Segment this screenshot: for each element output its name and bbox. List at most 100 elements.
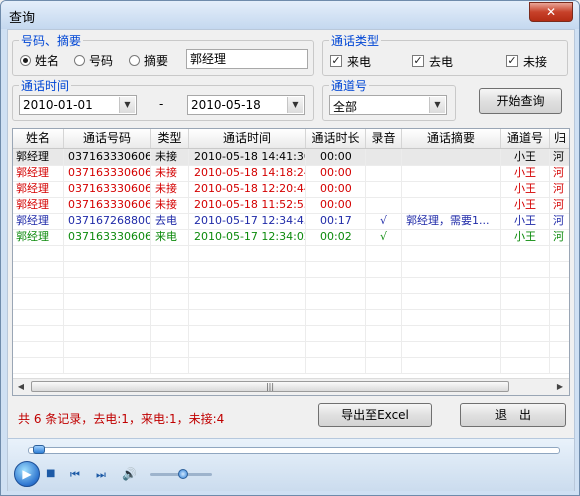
- date-to-picker[interactable]: 2010-05-18 ▼: [187, 95, 305, 115]
- channel-legend: 通道号: [329, 77, 370, 94]
- cell-time: 2010-05-17 12:34:02: [189, 229, 306, 245]
- close-button[interactable]: ✕: [529, 2, 573, 22]
- cell-recording: [366, 261, 402, 277]
- cell-number: 037163330606: [64, 149, 151, 165]
- cell-type: 来电: [151, 229, 189, 245]
- scroll-right-icon[interactable]: ▶: [553, 380, 567, 394]
- check-outgoing-label[interactable]: 去电: [429, 53, 453, 70]
- radio-number-label[interactable]: 号码: [89, 52, 113, 69]
- col-header-duration[interactable]: 通话时长: [306, 129, 366, 148]
- stop-icon[interactable]: ■: [46, 468, 55, 479]
- col-header-name[interactable]: 姓名: [13, 129, 64, 148]
- cell-name: [13, 325, 64, 341]
- volume-icon[interactable]: 🔊: [122, 467, 137, 481]
- cell-number: 037163330606: [64, 181, 151, 197]
- col-header-channel[interactable]: 通道号: [501, 129, 550, 148]
- channel-group: 通道号 全部 ▼: [322, 77, 456, 121]
- cell-region: 河: [550, 213, 569, 229]
- cell-channel: [501, 325, 550, 341]
- cell-name: 郭经理: [13, 197, 64, 213]
- cell-channel: 小王: [501, 229, 550, 245]
- cell-number: [64, 277, 151, 293]
- table-row[interactable]: 郭经理 037163330606 未接 2010-05-18 12:20:44 00:0…: [13, 181, 569, 198]
- chevron-down-icon[interactable]: ▼: [287, 97, 303, 113]
- cell-recording: [366, 149, 402, 165]
- next-icon[interactable]: ⏭: [96, 468, 106, 482]
- channel-select[interactable]: 全部 ▼: [329, 95, 447, 115]
- call-type-group: 通话类型 ✓ 来电 ✓ 去电 ✓ 未接: [322, 32, 568, 76]
- col-header-region[interactable]: 归: [550, 129, 569, 148]
- radio-number[interactable]: [74, 55, 85, 66]
- radio-name[interactable]: [20, 55, 31, 66]
- table-row[interactable]: 郭经理 037163330606 来电 2010-05-17 12:34:02 00:0…: [13, 229, 569, 246]
- cell-name: [13, 245, 64, 261]
- check-incoming-label[interactable]: 来电: [347, 53, 371, 70]
- cell-region: 河: [550, 165, 569, 181]
- cell-summary: [402, 357, 501, 373]
- table-header: 姓名 通话号码 类型 通话时间 通话时长 录音 通话摘要 通道号 归: [13, 129, 569, 149]
- seek-bar[interactable]: [28, 445, 560, 454]
- cell-recording: [366, 341, 402, 357]
- number-summary-group: 号码、摘要 姓名 号码 摘要 郭经理: [12, 32, 314, 76]
- col-header-summary[interactable]: 通话摘要: [402, 129, 501, 148]
- cell-recording: [366, 165, 402, 181]
- table-row[interactable]: 郭经理 037163330606 未接 2010-05-18 14:18:24 00:0…: [13, 165, 569, 182]
- chevron-down-icon[interactable]: ▼: [119, 97, 135, 113]
- cell-duration: 00:00: [306, 181, 366, 197]
- cell-channel: [501, 261, 550, 277]
- check-outgoing[interactable]: ✓: [412, 55, 424, 67]
- check-missed-label[interactable]: 未接: [523, 53, 547, 70]
- cell-time: [189, 245, 306, 261]
- horizontal-scrollbar[interactable]: ◀ ||| ▶: [13, 378, 569, 395]
- col-header-type[interactable]: 类型: [151, 129, 189, 148]
- chevron-down-icon[interactable]: ▼: [429, 97, 445, 113]
- cell-recording: [366, 277, 402, 293]
- table-row[interactable]: 郭经理 037167268800 去电 2010-05-17 12:34:45 00:1…: [13, 213, 569, 230]
- cell-time: [189, 357, 306, 373]
- volume-slider[interactable]: [150, 469, 212, 479]
- cell-duration: 00:00: [306, 165, 366, 181]
- table-row[interactable]: 郭经理 037163330606 未接 2010-05-18 11:52:53 00:0…: [13, 197, 569, 214]
- cell-time: 2010-05-18 14:41:30: [189, 149, 306, 165]
- table-row: [13, 341, 569, 358]
- volume-knob[interactable]: [178, 469, 188, 479]
- radio-name-label[interactable]: 姓名: [35, 52, 59, 69]
- cell-name: 郭经理: [13, 149, 64, 165]
- cell-summary: [402, 341, 501, 357]
- check-incoming[interactable]: ✓: [330, 55, 342, 67]
- seek-knob[interactable]: [33, 445, 45, 454]
- cell-type: [151, 245, 189, 261]
- exit-button[interactable]: 退 出: [460, 403, 566, 427]
- cell-recording: √: [366, 213, 402, 229]
- cell-type: [151, 309, 189, 325]
- search-button[interactable]: 开始查询: [479, 88, 562, 114]
- col-header-number[interactable]: 通话号码: [64, 129, 151, 148]
- col-header-recording[interactable]: 录音: [366, 129, 402, 148]
- cell-region: [550, 325, 569, 341]
- play-icon[interactable]: ▶: [14, 461, 40, 487]
- cell-number: [64, 341, 151, 357]
- cell-duration: 00:00: [306, 149, 366, 165]
- scroll-thumb[interactable]: |||: [31, 381, 509, 392]
- scroll-grip-icon: |||: [265, 382, 275, 391]
- cell-recording: [366, 197, 402, 213]
- call-records-table: 姓名 通话号码 类型 通话时间 通话时长 录音 通话摘要 通道号 归 郭经理 03…: [12, 128, 570, 396]
- table-row[interactable]: 郭经理 037163330606 未接 2010-05-18 14:41:30 00:0…: [13, 149, 569, 166]
- cell-duration: [306, 325, 366, 341]
- cell-type: [151, 277, 189, 293]
- radio-summary[interactable]: [129, 55, 140, 66]
- cell-duration: [306, 293, 366, 309]
- cell-number: [64, 309, 151, 325]
- date-from-picker[interactable]: 2010-01-01 ▼: [19, 95, 137, 115]
- cell-region: [550, 341, 569, 357]
- keyword-input[interactable]: 郭经理: [186, 49, 308, 69]
- scroll-left-icon[interactable]: ◀: [14, 380, 28, 394]
- check-missed[interactable]: ✓: [506, 55, 518, 67]
- export-excel-button[interactable]: 导出至Excel: [318, 403, 432, 427]
- cell-name: [13, 341, 64, 357]
- previous-icon[interactable]: ⏮: [70, 468, 80, 482]
- cell-time: 2010-05-18 14:18:24: [189, 165, 306, 181]
- col-header-time[interactable]: 通话时间: [189, 129, 306, 148]
- cell-duration: [306, 245, 366, 261]
- radio-summary-label[interactable]: 摘要: [144, 52, 168, 69]
